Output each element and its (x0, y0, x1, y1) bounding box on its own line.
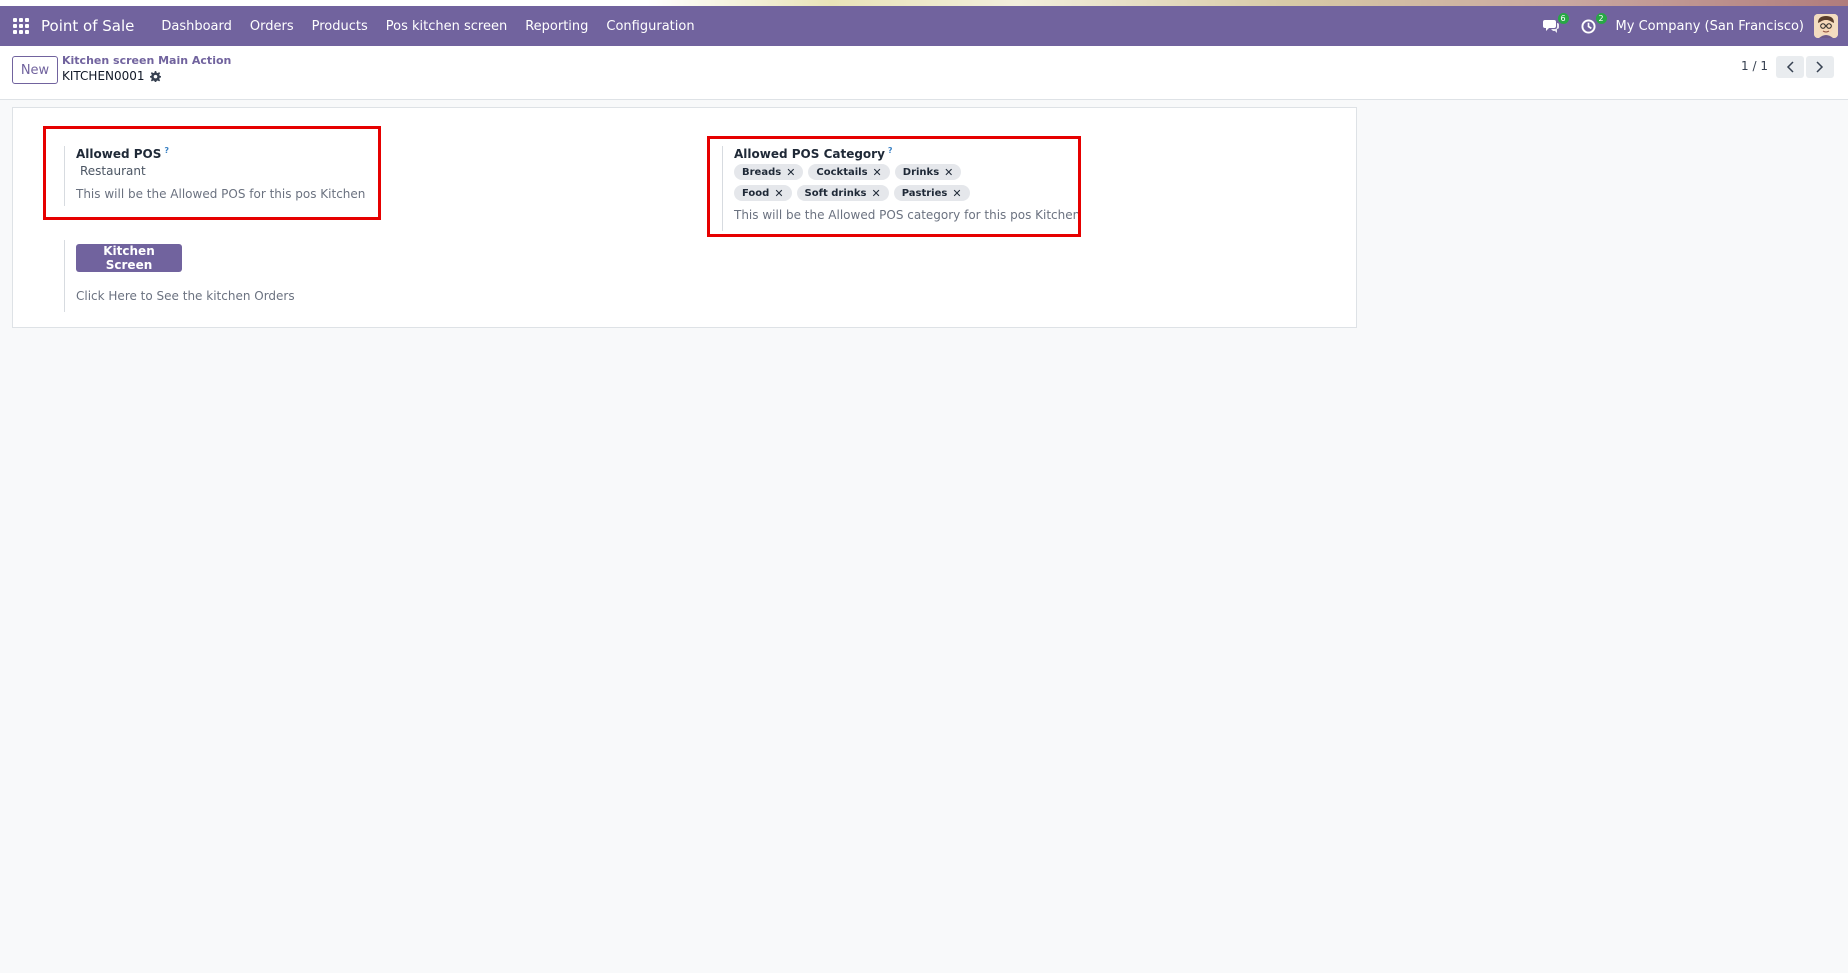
allowed-pos-input[interactable]: Restaurant (80, 164, 354, 178)
help-tooltip-icon[interactable]: ? (164, 146, 169, 155)
control-panel: New Kitchen screen Main Action KITCHEN00… (0, 46, 1848, 100)
messages-count-badge: 6 (1557, 13, 1569, 24)
allowed-pos-field: Allowed POS? Restaurant This will be the… (64, 146, 366, 206)
tag-soft-drinks: Soft drinks ✕ (796, 185, 889, 201)
company-switcher[interactable]: My Company (San Francisco) (1616, 19, 1804, 34)
pager-previous-button[interactable] (1776, 56, 1804, 78)
messages-button[interactable]: 6 (1540, 13, 1569, 37)
tag-label: Soft drinks (804, 187, 867, 199)
close-icon[interactable]: ✕ (786, 166, 795, 179)
close-icon[interactable]: ✕ (871, 187, 880, 200)
apps-grid-icon[interactable] (13, 18, 29, 34)
nav-item-orders[interactable]: Orders (241, 19, 303, 34)
tag-cocktails: Cocktails ✕ (808, 164, 890, 180)
close-icon[interactable]: ✕ (952, 187, 961, 200)
nav-item-pos-kitchen-screen[interactable]: Pos kitchen screen (377, 19, 516, 34)
category-tags-input[interactable]: Breads ✕ Cocktails ✕ Drinks ✕ Food ✕ Soft dr… (734, 164, 1024, 206)
form-sheet: Allowed POS? Restaurant This will be the… (12, 107, 1357, 328)
avatar-image (1814, 14, 1838, 38)
gear-icon[interactable] (149, 70, 161, 82)
systray: 6 2 My Company (San Francisco) (1540, 6, 1838, 46)
main-navbar: Point of Sale Dashboard Orders Products … (0, 6, 1848, 46)
allowed-pos-help: This will be the Allowed POS for this po… (76, 187, 366, 201)
allowed-pos-category-label: Allowed POS Category? (734, 146, 1042, 161)
pager-next-button[interactable] (1806, 56, 1834, 78)
tag-label: Cocktails (816, 166, 868, 178)
clock-icon (1581, 18, 1596, 34)
allowed-pos-category-help: This will be the Allowed POS category fo… (734, 208, 1081, 222)
new-button[interactable]: New (12, 56, 58, 84)
kitchen-screen-button[interactable]: Kitchen Screen (76, 244, 182, 272)
pager-value[interactable]: 1 / 1 (1741, 59, 1768, 73)
breadcrumb-parent-link[interactable]: Kitchen screen Main Action (62, 54, 231, 67)
activities-button[interactable]: 2 (1578, 13, 1607, 37)
tag-label: Drinks (902, 166, 940, 178)
tag-drinks: Drinks ✕ (894, 164, 962, 180)
close-icon[interactable]: ✕ (873, 166, 882, 179)
nav-item-dashboard[interactable]: Dashboard (152, 19, 241, 34)
user-avatar[interactable] (1814, 14, 1838, 38)
nav-menu: Dashboard Orders Products Pos kitchen sc… (152, 19, 703, 34)
breadcrumb-current: KITCHEN0001 (62, 69, 161, 83)
kitchen-screen-field: Kitchen Screen Click Here to See the kit… (64, 240, 354, 312)
nav-item-reporting[interactable]: Reporting (516, 19, 597, 34)
record-name: KITCHEN0001 (62, 69, 145, 83)
allowed-pos-category-field: Allowed POS Category? Breads ✕ Cocktails ✕… (722, 146, 1081, 231)
close-icon[interactable]: ✕ (774, 187, 783, 200)
allowed-pos-label: Allowed POS? (76, 146, 354, 161)
tag-label: Pastries (901, 187, 948, 199)
tag-food: Food ✕ (734, 185, 792, 201)
chevron-left-icon (1786, 61, 1794, 73)
nav-item-configuration[interactable]: Configuration (597, 19, 703, 34)
activities-count-badge: 2 (1595, 13, 1607, 24)
chevron-right-icon (1816, 61, 1824, 73)
allowed-pos-label-text: Allowed POS (76, 147, 162, 161)
tag-label: Food (742, 187, 770, 199)
tag-label: Breads (742, 166, 782, 178)
chat-bubble-icon (1542, 20, 1559, 33)
close-icon[interactable]: ✕ (944, 166, 953, 179)
kitchen-screen-help: Click Here to See the kitchen Orders (76, 289, 295, 303)
help-tooltip-icon[interactable]: ? (888, 146, 893, 155)
app-brand[interactable]: Point of Sale (41, 17, 134, 35)
tag-breads: Breads ✕ (734, 164, 804, 180)
tag-pastries: Pastries ✕ (893, 185, 970, 201)
allowed-pos-category-label-text: Allowed POS Category (734, 147, 885, 161)
nav-item-products[interactable]: Products (303, 19, 377, 34)
